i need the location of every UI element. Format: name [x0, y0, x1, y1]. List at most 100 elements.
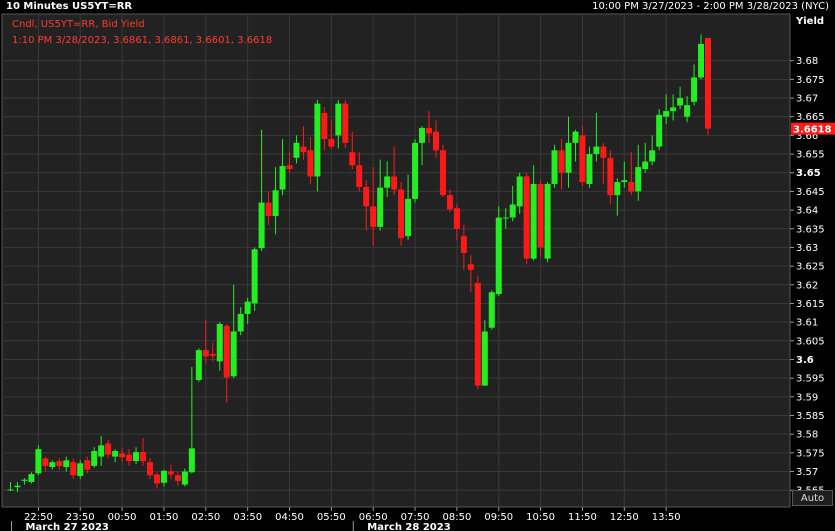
candle-body	[112, 450, 119, 457]
x-tick-label: 11:50	[568, 512, 597, 523]
candle-body	[342, 103, 349, 143]
x-tick-label: 13:50	[652, 512, 681, 523]
candle-body	[551, 150, 558, 184]
candle-body	[98, 445, 105, 457]
candle-body	[174, 475, 181, 481]
candle-body	[426, 127, 432, 134]
candle-body	[530, 183, 537, 259]
candle-body	[677, 98, 684, 106]
candle-body	[363, 186, 370, 207]
candle-body	[126, 454, 133, 462]
candle-body	[147, 462, 153, 476]
x-tick-label: 01:50	[150, 512, 179, 523]
candle-body	[321, 112, 328, 140]
candle-body	[495, 217, 502, 295]
candle-body	[523, 176, 530, 259]
y-tick-label: 3.62	[796, 280, 818, 291]
candle-body	[600, 146, 607, 158]
candle-body	[7, 489, 14, 491]
candle-body	[377, 187, 384, 227]
y-tick-label: 3.67	[796, 94, 818, 105]
candle-body	[181, 471, 188, 485]
candle-body	[167, 471, 174, 475]
candle-body	[537, 183, 544, 248]
y-tick-label: 3.605	[796, 336, 825, 347]
candle-body	[230, 331, 237, 377]
candle-body	[195, 350, 202, 381]
candle-body	[621, 180, 628, 183]
y-tick-label: 3.6	[796, 355, 814, 366]
y-tick-label: 3.58	[796, 430, 818, 441]
candle-body	[349, 152, 356, 166]
x-tick-label: 09:50	[484, 512, 513, 523]
candle-body	[244, 301, 251, 314]
candle-body	[293, 142, 300, 158]
y-tick-label: 3.595	[796, 374, 825, 385]
candle-body	[635, 167, 642, 192]
y-tick-label: 3.665	[796, 112, 825, 123]
y-tick-label: 3.635	[796, 224, 825, 235]
candle-body	[188, 448, 195, 473]
candle-body	[670, 107, 677, 112]
y-tick-label: 3.64	[796, 206, 818, 217]
candle-body	[335, 103, 342, 136]
candle-body	[488, 292, 495, 328]
candle-body	[412, 142, 419, 199]
y-tick-label: 3.675	[796, 75, 825, 86]
candle-body	[28, 474, 35, 482]
x-tick-label: 02:50	[191, 512, 220, 523]
y-tick-label: 3.655	[796, 150, 825, 161]
candle-body	[642, 161, 649, 169]
x-tick-label: 03:50	[233, 512, 262, 523]
candle-body	[698, 43, 705, 78]
y-tick-label: 3.57	[796, 467, 818, 478]
candle-body	[328, 139, 335, 147]
price-chart[interactable]: 3.683.6753.673.6653.663.6553.653.6453.64…	[0, 0, 835, 531]
candle-body	[656, 114, 663, 147]
x-tick-label: 04:50	[275, 512, 304, 523]
legend-ohlc: 1:10 PM 3/28/2023, 3.6861, 3.6861, 3.660…	[12, 35, 273, 46]
candle-body	[119, 453, 126, 458]
x-tick-label: 00:50	[108, 512, 137, 523]
candle-body	[544, 183, 551, 259]
candle-body	[405, 198, 412, 237]
y-axis-title: Yield	[796, 16, 825, 27]
candle-body	[216, 323, 223, 362]
x-tick-label: 12:50	[610, 512, 639, 523]
candle-body	[572, 131, 579, 143]
candle-body	[663, 111, 670, 117]
auto-scale-button[interactable]: Auto	[792, 490, 833, 506]
y-tick-label: 3.645	[796, 187, 825, 198]
candle-body	[209, 353, 216, 356]
y-tick-label: 3.585	[796, 411, 825, 422]
candle-body	[56, 461, 63, 466]
candle-body	[565, 142, 572, 173]
y-tick-label: 3.65	[796, 168, 821, 179]
candle-body	[453, 208, 460, 229]
x-tick-label: 05:50	[317, 512, 346, 523]
candle-body	[516, 176, 523, 207]
last-price-label: 3.6618	[793, 125, 832, 136]
y-tick-label: 3.61	[796, 318, 818, 329]
candle-body	[63, 460, 70, 468]
candle-body	[133, 452, 140, 462]
candle-body	[84, 460, 91, 470]
candle-body	[419, 127, 426, 143]
candle-body	[649, 150, 656, 162]
candle-body	[558, 150, 565, 173]
y-tick-label: 3.63	[796, 243, 818, 254]
candle-body	[614, 182, 621, 196]
y-tick-label: 3.68	[796, 56, 818, 67]
y-tick-label: 3.59	[796, 392, 818, 403]
date-label: March 27 2023	[26, 522, 109, 531]
candle-body	[105, 443, 112, 455]
candle-body	[432, 131, 439, 151]
candle-body	[370, 206, 377, 227]
candle-body	[509, 204, 516, 218]
plot-area	[1, 13, 791, 508]
candle-body	[286, 165, 293, 169]
candle-body	[398, 189, 405, 239]
candle-body	[684, 105, 691, 117]
date-label: March 28 2023	[367, 522, 450, 531]
candle-body	[460, 236, 467, 254]
